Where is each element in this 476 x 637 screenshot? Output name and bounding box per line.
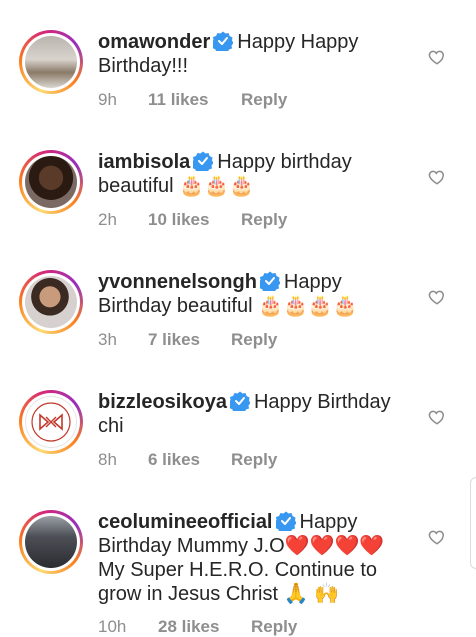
brand-logo-icon [31, 402, 71, 442]
heart-outline-icon[interactable] [428, 168, 446, 186]
timestamp: 10h [98, 617, 127, 636]
username[interactable]: iambisola [98, 151, 190, 173]
verified-badge-icon [229, 391, 250, 411]
overlay-panel-edge [470, 477, 476, 569]
username[interactable]: omawonder [98, 31, 210, 53]
reply-button[interactable]: Reply [241, 210, 287, 230]
comment-body: iambisola Happy birthday beautiful 🎂🎂🎂 [98, 150, 410, 198]
username[interactable]: bizzleosikoya [98, 391, 227, 413]
heart-outline-icon[interactable] [428, 528, 446, 546]
avatar[interactable] [19, 150, 83, 214]
heart-outline-icon[interactable] [428, 48, 446, 66]
likes-count[interactable]: 6 likes [148, 450, 200, 470]
likes-count[interactable]: 28 likes [158, 617, 219, 637]
timestamp: 3h [98, 330, 117, 349]
timestamp: 2h [98, 210, 117, 229]
comment-meta: 10h 28 likes Reply [98, 617, 297, 637]
avatar[interactable] [19, 270, 83, 334]
reply-button[interactable]: Reply [251, 617, 297, 637]
comment-body: bizzleosikoya Happy Birthday chi [98, 390, 410, 438]
timestamp: 8h [98, 450, 117, 469]
timestamp: 9h [98, 90, 117, 109]
likes-count[interactable]: 11 likes [148, 90, 209, 110]
username[interactable]: ceolumineeofficial [98, 511, 273, 533]
avatar[interactable] [19, 30, 83, 94]
comment-meta: 9h 11 likes Reply [98, 90, 287, 110]
verified-badge-icon [213, 31, 234, 51]
likes-count[interactable]: 7 likes [148, 330, 200, 350]
verified-badge-icon [275, 511, 296, 531]
heart-outline-icon[interactable] [428, 288, 446, 306]
comment-meta: 8h 6 likes Reply [98, 450, 277, 470]
verified-badge-icon [259, 271, 280, 291]
comment-body: ceolumineeofficial Happy Birthday Mummy J… [98, 510, 410, 606]
comment-body: yvonnenelsongh Happy Birthday beautiful 🎂… [98, 270, 410, 318]
comment-meta: 3h 7 likes Reply [98, 330, 277, 350]
verified-badge-icon [193, 151, 214, 171]
comment-body: omawonder Happy Happy Birthday!!! [98, 30, 410, 78]
comment-meta: 2h 10 likes Reply [98, 210, 287, 230]
heart-outline-icon[interactable] [428, 408, 446, 426]
reply-button[interactable]: Reply [231, 330, 277, 350]
reply-button[interactable]: Reply [231, 450, 277, 470]
reply-button[interactable]: Reply [241, 90, 287, 110]
avatar[interactable] [19, 510, 83, 574]
username[interactable]: yvonnenelsongh [98, 271, 257, 293]
likes-count[interactable]: 10 likes [148, 210, 209, 230]
avatar[interactable] [19, 390, 83, 454]
